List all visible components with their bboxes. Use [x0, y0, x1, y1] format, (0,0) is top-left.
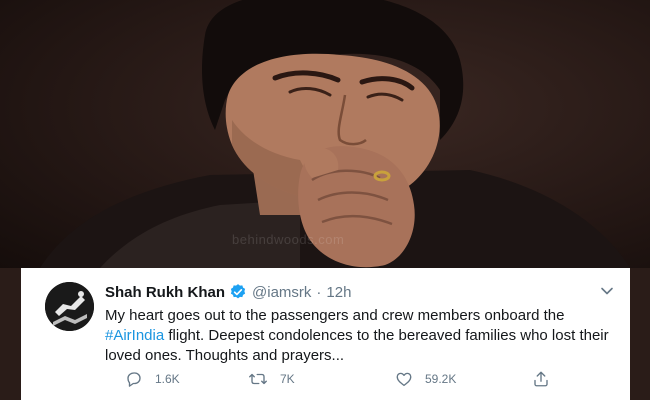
tweet-text: My heart goes out to the passengers and …	[105, 306, 615, 366]
tweet-text-part1: My heart goes out to the passengers and …	[105, 307, 565, 324]
like-button[interactable]: 59.2K	[395, 370, 456, 388]
hashtag-link[interactable]: #AirIndia	[105, 327, 164, 344]
display-name[interactable]: Shah Rukh Khan	[105, 284, 225, 301]
watermark-text: behindwoods.com	[232, 232, 345, 247]
share-icon	[534, 371, 548, 387]
man-portrait-image	[40, 0, 630, 268]
like-count: 59.2K	[425, 372, 457, 386]
tweet-card[interactable]: Shah Rukh Khan @iamsrk · 12h My heart go…	[21, 268, 630, 400]
chevron-down-icon[interactable]	[600, 284, 614, 298]
tweet-actions: 1.6K 7K 59.2K	[105, 370, 548, 390]
reply-button[interactable]: 1.6K	[125, 370, 180, 388]
reply-count: 1.6K	[155, 372, 180, 386]
like-icon	[396, 372, 412, 387]
separator-dot: ·	[316, 283, 322, 301]
retweet-count: 7K	[280, 372, 295, 386]
retweet-button[interactable]: 7K	[248, 370, 295, 388]
verified-badge-icon	[229, 283, 247, 301]
user-handle[interactable]: @iamsrk	[252, 284, 311, 301]
tweet-header: Shah Rukh Khan @iamsrk · 12h	[105, 282, 351, 302]
share-button[interactable]	[532, 370, 562, 388]
avatar-image	[45, 282, 94, 331]
reply-icon	[127, 372, 141, 387]
background-photo: behindwoods.com	[0, 0, 650, 268]
tweet-text-part2: flight. Deepest condolences to the berea…	[105, 327, 609, 364]
avatar[interactable]	[45, 282, 94, 331]
retweet-icon	[249, 373, 267, 385]
tweet-timestamp[interactable]: 12h	[326, 284, 351, 301]
